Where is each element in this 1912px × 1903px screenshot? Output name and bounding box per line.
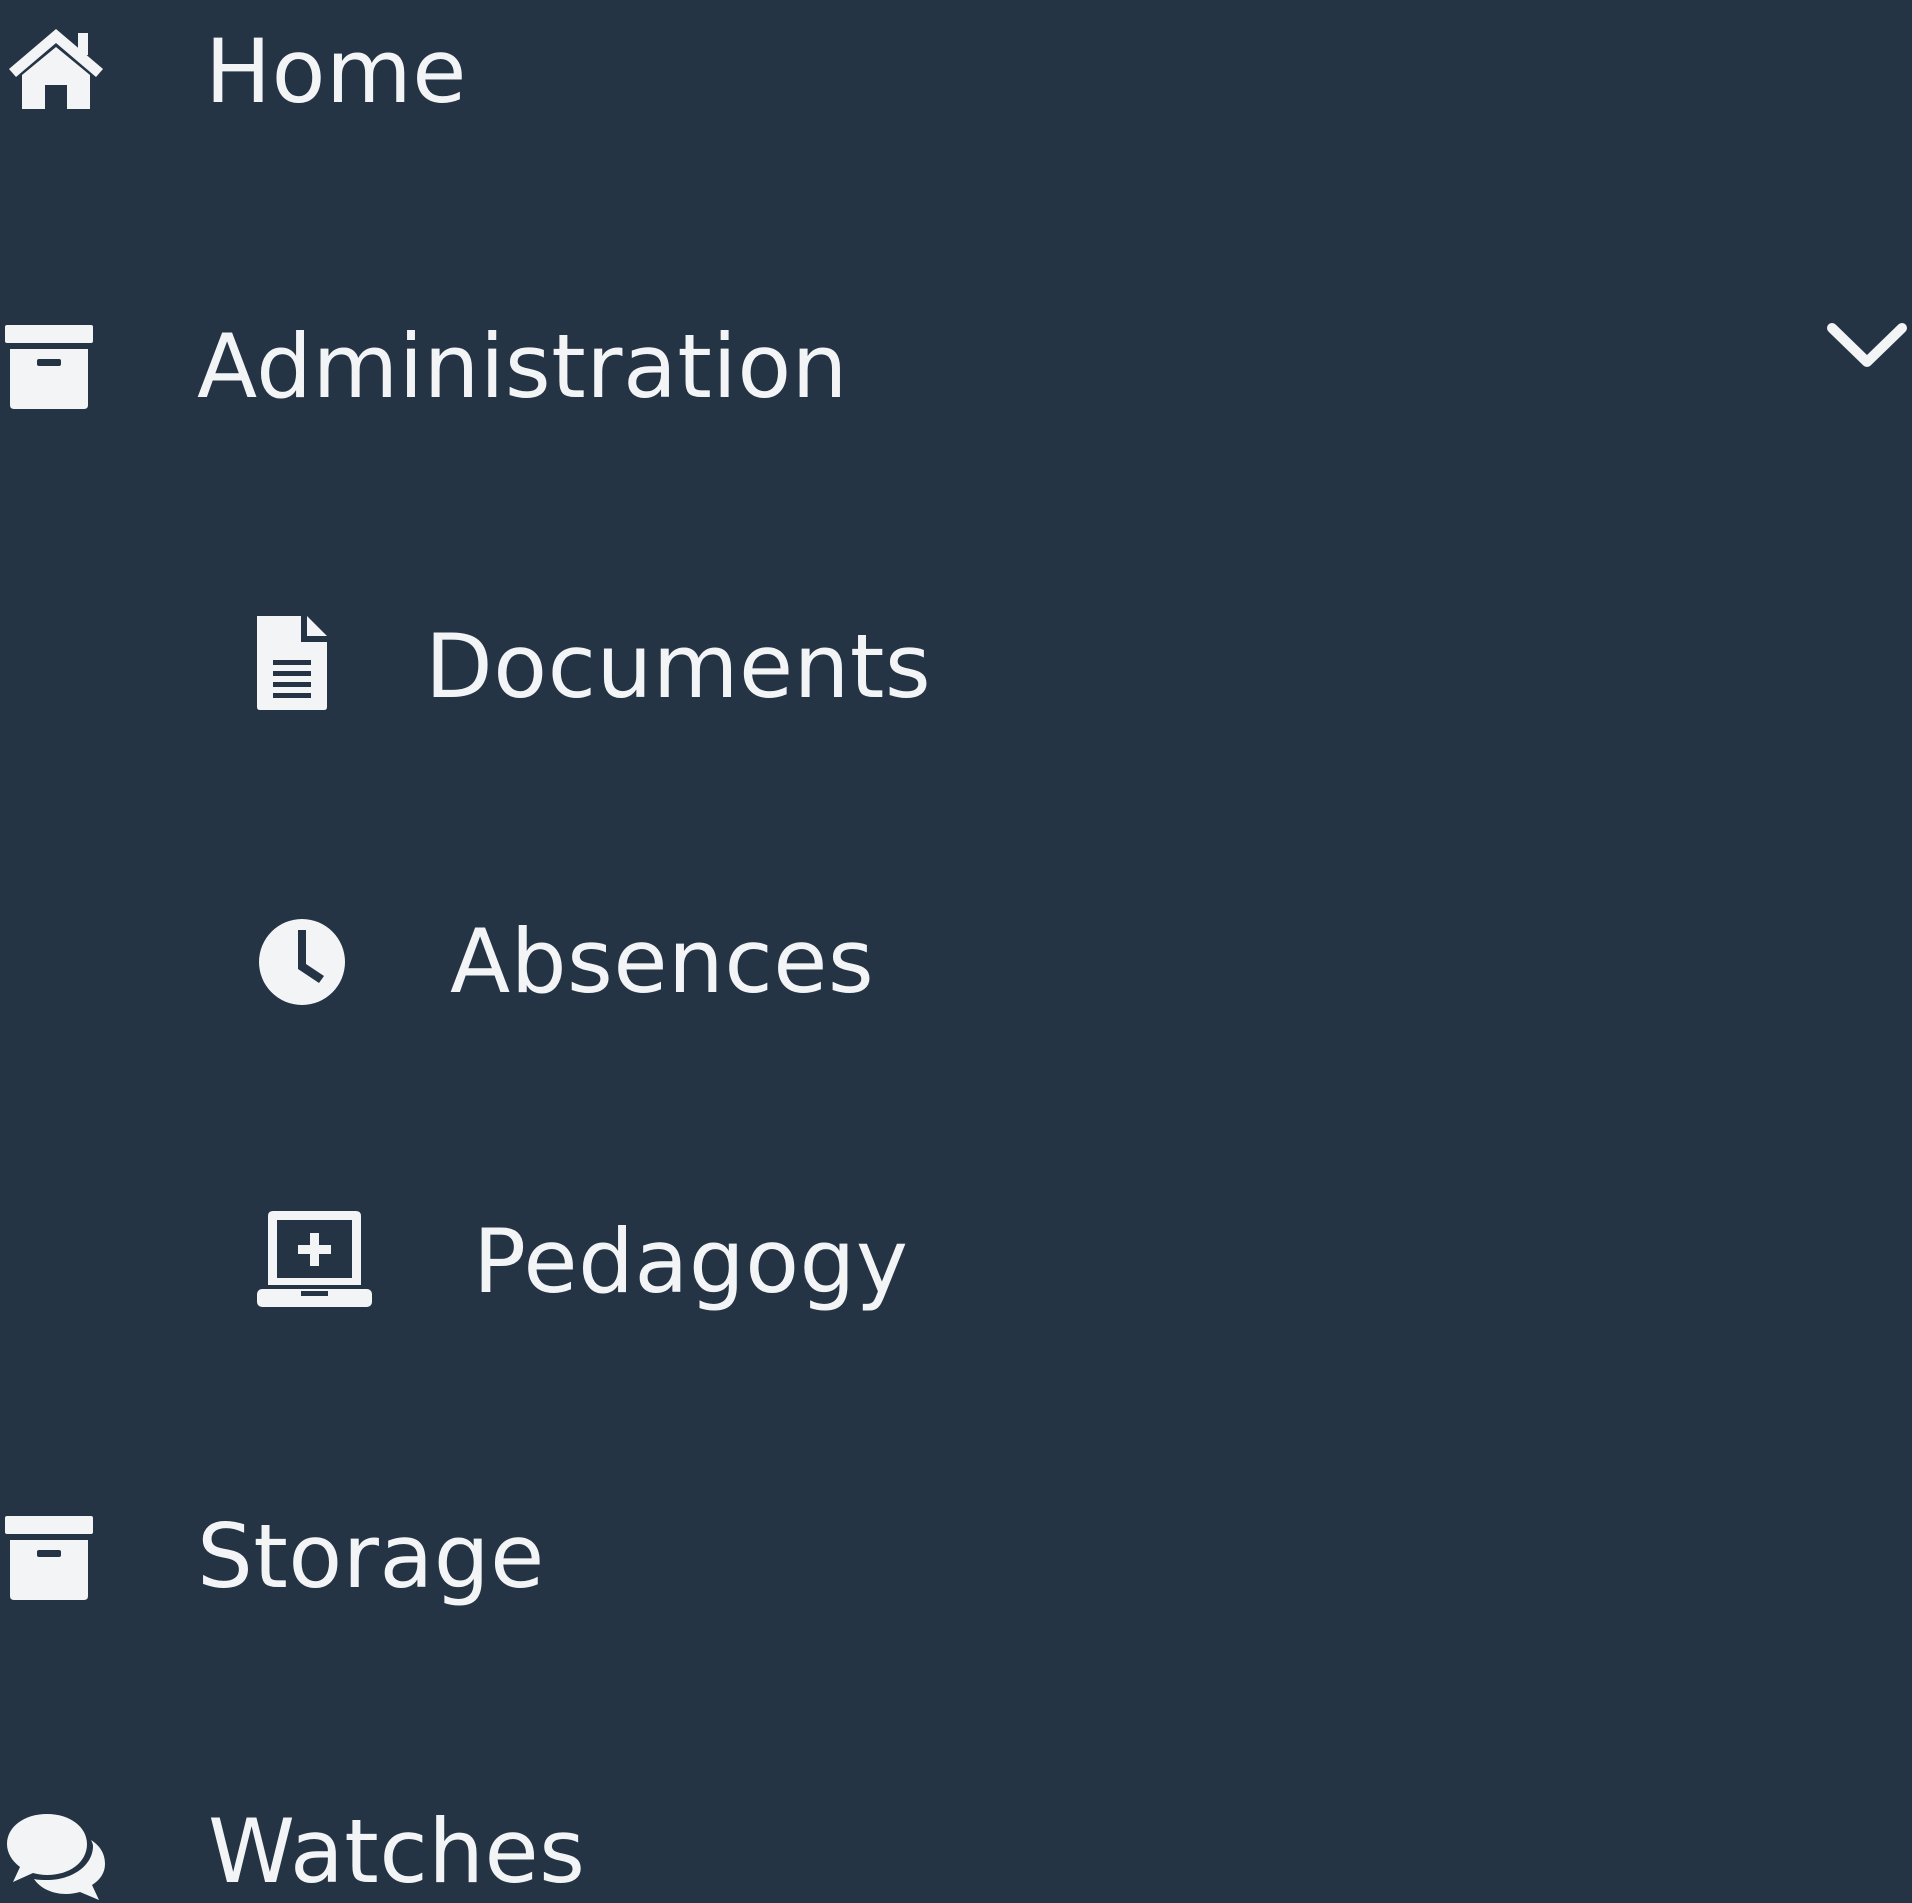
sidebar-item-home[interactable]: Home bbox=[0, 0, 1912, 185]
sidebar-item-label: Absences bbox=[450, 910, 875, 1013]
chevron-down-icon[interactable] bbox=[1826, 320, 1908, 370]
sidebar-item-administration[interactable]: Administration bbox=[0, 260, 1912, 480]
archive-box-icon bbox=[5, 1516, 93, 1600]
sidebar-item-label: Home bbox=[205, 20, 467, 123]
sidebar-item-storage[interactable]: Storage bbox=[0, 1450, 1912, 1670]
home-icon bbox=[9, 29, 103, 109]
sidebar-item-absences[interactable]: Absences bbox=[0, 855, 1912, 1075]
sidebar-item-watches[interactable]: Watches bbox=[0, 1745, 1912, 1903]
sidebar-menu: Home Administration Documents Absences P… bbox=[0, 0, 1912, 1903]
sidebar-item-documents[interactable]: Documents bbox=[0, 560, 1912, 780]
sidebar-item-label: Storage bbox=[197, 1505, 545, 1608]
sidebar-item-pedagogy[interactable]: Pedagogy bbox=[0, 1155, 1912, 1375]
clock-icon bbox=[259, 919, 345, 1005]
sidebar-item-label: Documents bbox=[425, 615, 932, 718]
sidebar-item-label: Watches bbox=[208, 1800, 586, 1903]
document-icon bbox=[257, 616, 327, 710]
sidebar-item-label: Administration bbox=[197, 315, 848, 418]
laptop-plus-icon bbox=[257, 1211, 372, 1307]
archive-box-icon bbox=[5, 325, 93, 409]
sidebar-item-label: Pedagogy bbox=[473, 1210, 909, 1313]
chat-bubbles-icon bbox=[7, 1814, 105, 1900]
